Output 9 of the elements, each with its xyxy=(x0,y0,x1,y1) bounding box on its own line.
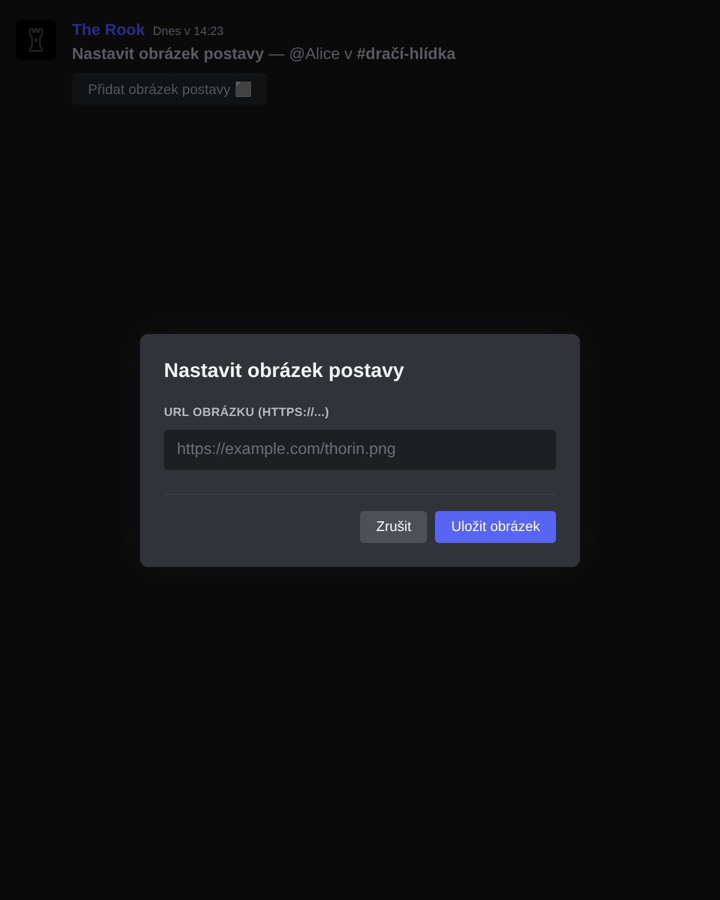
add-image-button[interactable]: Přidat obrázek postavy ⬛ xyxy=(72,73,268,105)
dialog-title: Nastavit obrázek postavy xyxy=(164,358,406,384)
save-button[interactable]: Uložit obrázek xyxy=(435,510,556,542)
url-input-field[interactable]: https://example.com/thorin.png xyxy=(164,430,556,470)
rook-avatar-icon xyxy=(16,20,56,60)
message-text: Nastavit obrázek postavy — @Alice v #dračí-hlídka xyxy=(72,45,456,65)
field-label: URL OBRÁZKU (HTTPS://...) xyxy=(164,404,330,420)
message-timestamp: Dnes v 14:23 xyxy=(152,23,224,40)
cancel-button[interactable]: Zrušit xyxy=(360,510,428,542)
